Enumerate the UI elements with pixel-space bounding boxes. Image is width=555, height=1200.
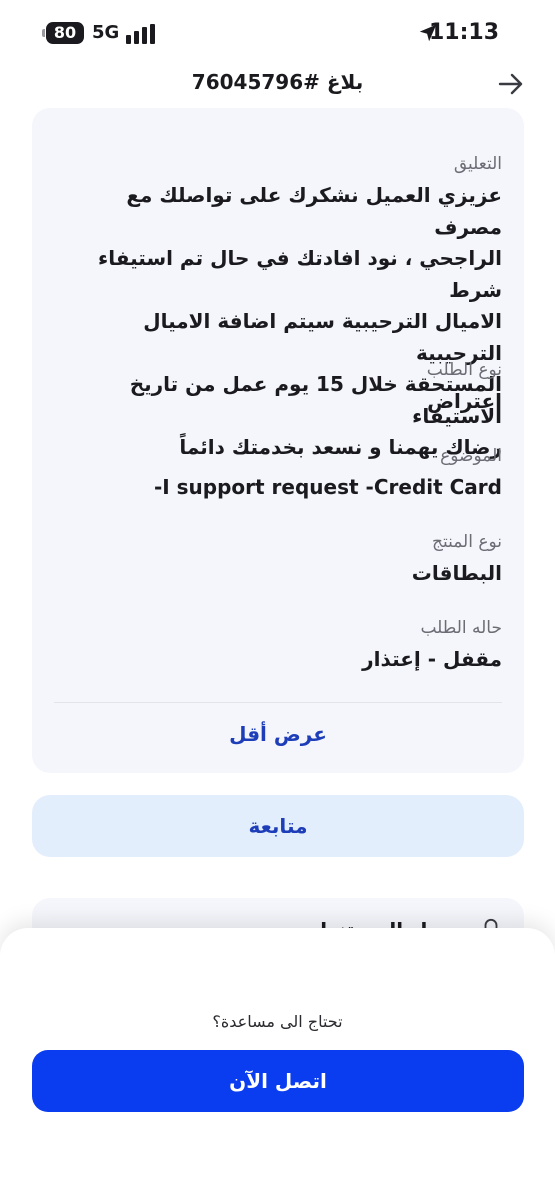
subject-label: الموضوع	[440, 446, 502, 466]
status-value: مقفل - إعتذار	[362, 647, 502, 671]
show-less-button[interactable]: عرض أقل	[32, 722, 524, 746]
comment-text: عزيزي العميل نشكرك على تواصلك مع مصرف ال…	[54, 180, 502, 464]
product-type-field: نوع المنتج البطاقات	[54, 530, 502, 588]
signal-icon	[126, 24, 158, 44]
follow-up-button[interactable]: متابعة	[32, 795, 524, 857]
header: بلاغ #76045796	[0, 66, 555, 106]
status-field: حاله الطلب مقفل - إعتذار	[54, 616, 502, 674]
call-now-button[interactable]: اتصل الآن	[32, 1050, 524, 1112]
help-bottom-sheet: تحتاج الى مساعدة؟ اتصل الآن	[0, 928, 555, 1200]
request-type-label: نوع الطلب	[426, 360, 502, 380]
battery-indicator: 80	[42, 22, 84, 44]
comment-line: عزيزي العميل نشكرك على تواصلك مع مصرف	[126, 183, 502, 239]
request-type-value: اعتراض	[427, 389, 502, 413]
divider	[54, 702, 502, 703]
back-arrow-icon[interactable]	[497, 70, 525, 98]
comment-field: التعليق عزيزي العميل نشكرك على تواصلك مع…	[54, 152, 502, 464]
ticket-details-card: التعليق عزيزي العميل نشكرك على تواصلك مع…	[32, 108, 524, 773]
status-label: حاله الطلب	[420, 618, 502, 638]
clock: 11:13	[428, 20, 499, 45]
request-type-field: نوع الطلب اعتراض	[54, 358, 502, 416]
comment-label: التعليق	[453, 154, 502, 174]
product-type-label: نوع المنتج	[431, 532, 502, 552]
network-type: 5G	[92, 22, 120, 43]
status-bar: 80 5G 11:13	[0, 0, 555, 66]
page-title: بلاغ #76045796	[191, 70, 364, 94]
comment-line: الراجحي ، نود افادتك في حال تم استيفاء ش…	[97, 246, 502, 302]
product-type-value: البطاقات	[411, 561, 502, 585]
subject-field: الموضوع I support request -Credit Card-	[54, 444, 502, 502]
subject-value: I support request -Credit Card-	[153, 475, 502, 499]
help-prompt: تحتاج الى مساعدة؟	[212, 1012, 343, 1031]
